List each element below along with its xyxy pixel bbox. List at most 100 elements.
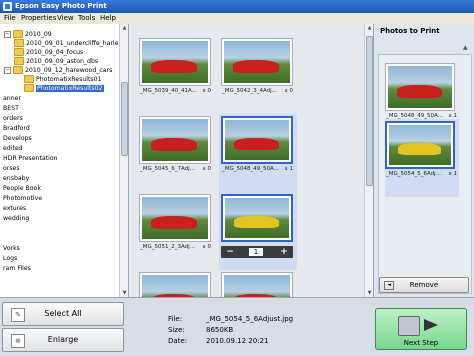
print-count: x 0 [202,244,211,250]
thumbnail-filename: _MG_5054_5_6Adj... [386,171,441,177]
thumbnail-item[interactable]: _MG_5051_2_3Adj... x 0 [137,192,215,270]
tree-item[interactable]: extures [3,205,26,213]
date-value: 2010.09.12 20:21 [206,337,269,345]
print-count: x 0 [202,88,211,94]
tree-item[interactable]: Vorks [3,245,20,253]
thumbnail-image[interactable] [139,38,211,86]
thumbnail-image[interactable] [221,116,293,164]
scroll-thumb[interactable] [121,82,128,156]
app-icon [3,2,12,11]
tree-item[interactable]: Logs [3,255,17,263]
collapse-icon[interactable]: − [4,66,11,74]
thumbnail-item[interactable]: _MG_5039_40_41A... x 0 [137,36,215,114]
thumbnail-image[interactable] [139,116,211,164]
thumbnail-item[interactable] [219,270,297,297]
thumbnail-filename: _MG_5051_2_3Adj... [140,244,195,250]
remove-label: Remove [409,281,439,289]
select-all-icon: ✎ [11,308,25,322]
photos-to-print-panel: Photos to Print ▲ _MG_5048_49_50A... x 1… [373,24,474,297]
thumbnail-item[interactable] [137,270,215,297]
folder-icon [14,39,24,47]
menu-tools[interactable]: Tools [78,13,95,24]
tree-item[interactable]: Bradford [3,125,30,133]
tree-scrollbar[interactable]: ▲ ▼ [119,24,128,297]
folder-icon [13,30,23,38]
tree-item[interactable]: −2010_09 [4,30,52,39]
thumbnail-filename: _MG_5045_6_7Adj... [140,166,195,172]
tree-item[interactable]: 2010_09_04_focus [14,48,83,57]
tree-item[interactable]: BEST [3,105,19,113]
scroll-up-icon[interactable]: ▲ [463,44,468,51]
thumbnail-image[interactable] [385,63,455,111]
print-list-item-selected[interactable]: _MG_5054_5_6Adj... x 1 [385,119,459,197]
collapse-icon[interactable]: − [4,30,11,38]
menu-file[interactable]: File [4,13,16,24]
tree-item[interactable]: HDR Presentation [3,155,58,163]
thumbnail-item-selected[interactable]: _MG_5048_49_50A... x 1 [219,114,297,192]
menu-help[interactable]: Help [100,13,116,24]
scroll-up-icon[interactable]: ▲ [366,24,373,32]
scroll-down-icon[interactable]: ▼ [121,289,128,297]
folder-icon [24,75,34,83]
tree-item[interactable]: 2010_09_09_aston_dbs [14,57,98,66]
tree-item-selected[interactable]: PhotomatixResults02 [24,84,104,93]
enlarge-icon: ⊕ [11,334,25,348]
enlarge-button[interactable]: ⊕ Enlarge [2,328,124,352]
thumbnail-image[interactable] [221,38,293,86]
thumbnail-image[interactable] [139,194,211,242]
size-value: 8650KB [206,326,234,334]
folder-tree[interactable]: −2010_09 2010_09_01_undercliffe_harley 2… [0,24,129,297]
tree-item[interactable]: orses [3,165,20,173]
thumbnail-filename: _MG_5039_40_41A... [140,88,197,94]
print-count: x 0 [284,88,293,94]
print-count: x 1 [448,171,457,177]
folder-icon [24,84,34,92]
tree-item[interactable]: Develops [3,135,32,143]
thumbnail-item[interactable]: _MG_5045_6_7Adj... x 0 [137,114,215,192]
remove-button[interactable]: ◄ Remove [379,277,469,293]
tree-item[interactable]: People Book [3,185,41,193]
panel-title: Photos to Print [380,27,440,35]
thumbnail-image[interactable] [221,272,293,297]
menu-view[interactable]: View [57,13,74,24]
select-all-button[interactable]: ✎ Select All [2,302,124,326]
scroll-down-icon[interactable]: ▼ [366,289,373,297]
tree-item[interactable]: PhotomatixResults01 [24,75,102,84]
menu-properties[interactable]: Properties [21,13,56,24]
tree-item[interactable]: −2010_09_12_harewood_cars [4,66,112,75]
tree-item[interactable]: ram Files [3,265,31,273]
folder-icon [14,48,24,56]
select-all-label: Select All [44,309,82,318]
tree-item[interactable]: edited [3,145,23,153]
next-step-label: Next Step [403,339,439,347]
window-title: Epson Easy Photo Print [15,2,107,10]
quantity-value[interactable]: 1 [249,248,263,256]
tree-item[interactable]: wedding [3,215,29,223]
thumbnail-grid: _MG_5039_40_41A... x 0 _MG_5042_3_4Adj..… [129,24,372,297]
thumbnail-item[interactable]: _MG_5042_3_4Adj... x 0 [219,36,297,114]
print-count: x 1 [284,166,293,172]
scroll-up-icon[interactable]: ▲ [121,24,128,32]
print-list: _MG_5048_49_50A... x 1 _MG_5054_5_6Adj..… [378,54,472,294]
next-step-button[interactable]: Next Step [375,308,467,350]
tree-item[interactable]: orders [3,115,23,123]
thumbnail-image[interactable] [139,272,211,297]
thumbnail-image[interactable] [221,194,293,242]
date-label: Date: [168,337,188,345]
tree-item[interactable]: ensbaby [3,175,29,183]
arrow-right-icon [424,319,438,331]
tree-item[interactable]: Photomotive [3,195,42,203]
thumbnail-item-selected[interactable]: − 1 + [219,192,297,270]
tree-item[interactable]: anner [3,95,21,103]
decrease-button[interactable]: − [223,246,237,258]
file-value: _MG_5054_5_6Adjust.jpg [206,315,294,323]
file-label: File: [168,315,183,323]
size-label: Size: [168,326,185,334]
enlarge-label: Enlarge [47,335,79,344]
scroll-thumb[interactable] [366,36,373,186]
thumbnail-image[interactable] [385,121,455,169]
tree-item[interactable]: 2010_09_01_undercliffe_harley [14,39,122,48]
increase-button[interactable]: + [277,246,291,258]
next-step-icon-group [398,314,444,336]
remove-icon: ◄ [384,281,394,290]
